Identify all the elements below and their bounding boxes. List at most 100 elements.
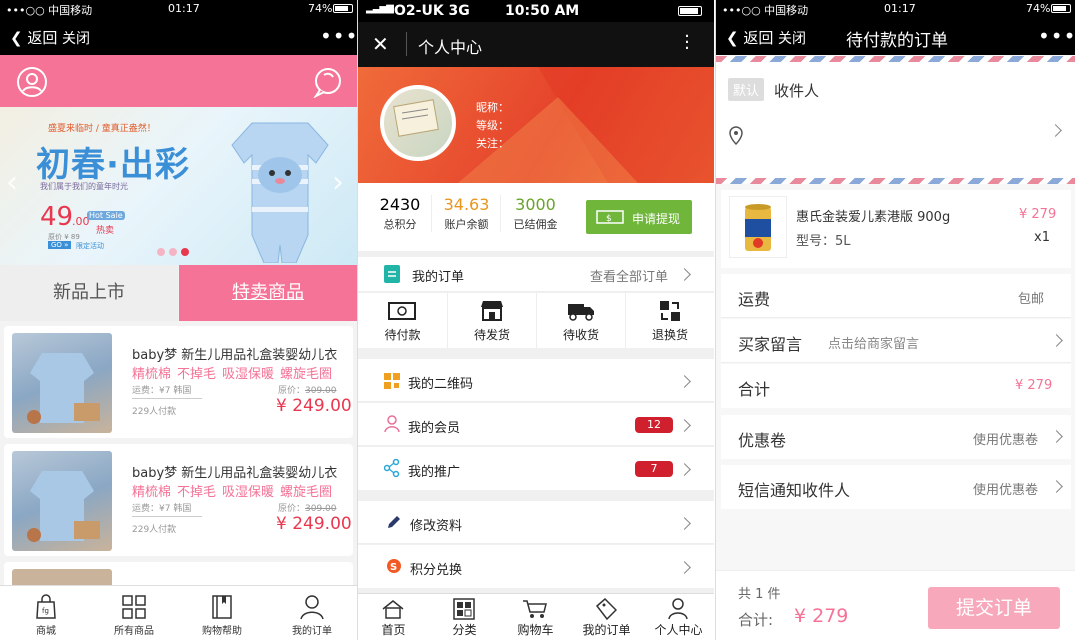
members-badge: 12: [635, 417, 673, 433]
nav-label: 分类: [452, 623, 477, 637]
profile-screen: ▂▃▅▆ O2-UK 3G 10:50 AM ✕ 个人中心 · · · 昵称： 等级…: [357, 0, 714, 640]
order-pending-payment[interactable]: 待付款: [358, 293, 447, 348]
promotion-badge: 7: [635, 461, 673, 477]
status-bar: •••○○ 中国移动 01:17 74%: [716, 0, 1075, 18]
chevron-right-icon: [678, 375, 691, 388]
message-input[interactable]: 点击给商家留言: [828, 333, 919, 352]
battery-icon: [1051, 4, 1071, 13]
close-button[interactable]: 关闭: [62, 28, 90, 48]
product-card[interactable]: baby梦 新生儿用品礼盒装婴幼儿衣 精梳棉 不掉毛 吸湿保暖 螺旋毛圈 运费：¥7 …: [4, 444, 353, 556]
stat-balance[interactable]: 34.63 账户余额: [431, 195, 501, 232]
my-orders-row[interactable]: 我的订单 查看全部订单: [358, 257, 714, 292]
cash-icon: $: [596, 210, 624, 224]
hot-sale-tag: Hot Sale: [87, 211, 125, 220]
slide-dot[interactable]: [169, 248, 177, 256]
svg-text:fg: fg: [42, 607, 49, 615]
exchange-icon: [660, 301, 680, 321]
chat-icon[interactable]: [312, 66, 344, 98]
promo-banner[interactable]: 盛夏来临时 / 童真正盎然！ 初春·出彩 我们属于我们的童年时光 49 .00 …: [0, 107, 357, 265]
nav-label: 商城: [36, 626, 56, 637]
withdraw-button[interactable]: $ 申请提现: [586, 200, 692, 234]
more-vertical-icon[interactable]: · · ·: [684, 28, 690, 58]
order-status-label: 待收货: [562, 328, 599, 342]
chevron-right-icon: [1049, 124, 1062, 137]
chevron-right-icon: [1050, 430, 1063, 443]
tab-special-sale[interactable]: 特卖商品: [179, 265, 357, 321]
prev-slide-icon[interactable]: ‹: [6, 165, 18, 200]
stat-commission[interactable]: 3000 已结佣金: [500, 195, 570, 232]
nav-label: 所有商品: [114, 626, 154, 637]
coupon-value: 使用优惠卷: [973, 433, 1039, 448]
slide-dot-active[interactable]: [181, 248, 189, 256]
nav-category[interactable]: 分类: [429, 594, 500, 640]
menu-edit-profile[interactable]: 修改资料: [358, 501, 714, 544]
page-title: 个人中心: [418, 38, 483, 57]
stat-points[interactable]: 2430 总积分: [365, 195, 435, 232]
chevron-right-icon: [678, 463, 691, 476]
menu-label: 我的推广: [408, 465, 461, 480]
share-icon: [384, 459, 400, 477]
view-all-orders-link[interactable]: 查看全部订单: [590, 266, 668, 285]
footer-total-label: 合计:: [738, 611, 774, 629]
buyer-message-row[interactable]: 买家留言 点击给商家留言: [721, 319, 1071, 363]
svg-text:$: $: [606, 214, 612, 224]
product-card[interactable]: baby梦 新生儿用品礼盒装婴幼儿衣 精梳棉 不掉毛 吸湿保暖 螺旋毛圈 运费：¥7 …: [4, 326, 353, 438]
nav-help[interactable]: 购物帮助: [190, 586, 254, 640]
nav-cart[interactable]: 购物车: [500, 594, 571, 640]
menu-points-exchange[interactable]: S 积分兑换: [358, 545, 714, 588]
submit-order-button[interactable]: 提交订单: [928, 587, 1060, 629]
sms-notify-row[interactable]: 短信通知收件人 使用优惠卷: [721, 465, 1071, 509]
menu-my-promotion[interactable]: 我的推广 7: [358, 447, 714, 490]
user-icon[interactable]: [16, 66, 48, 98]
nav-label: 我的订单: [292, 626, 332, 637]
menu-my-members[interactable]: 我的会员 12: [358, 403, 714, 446]
avatar[interactable]: [380, 85, 456, 161]
total-label: 合计: [738, 380, 771, 399]
stats-row: 2430 总积分 34.63 账户余额 3000 已结佣金 $ 申请提现: [358, 183, 714, 251]
checkout-screen: •••○○ 中国移动 01:17 74% ❮ 返回 关闭 待付款的订单 ••• …: [715, 0, 1075, 640]
nav-all-products[interactable]: 所有商品: [102, 586, 166, 640]
more-button[interactable]: •••: [320, 26, 357, 46]
header-bar: [0, 55, 357, 107]
my-orders-label: 我的订单: [412, 270, 465, 285]
close-button[interactable]: 关闭: [778, 28, 806, 48]
back-button[interactable]: ❮ 返回: [10, 27, 57, 48]
original-price: 原价：309.00: [278, 501, 337, 514]
nav-profile[interactable]: 个人中心: [642, 594, 714, 640]
product-price: ¥ 249.00: [276, 396, 352, 416]
banner-sub: 我们属于我们的童年时光: [40, 182, 128, 191]
bottom-nav: 首页 分类 购物车 我的订单 个人中心: [358, 593, 714, 640]
shop-screen: •••○○ 中国移动 01:17 74% ❮ 返回 关闭 ••• 盛夏来临时 /…: [0, 0, 357, 640]
member-icon: [384, 415, 400, 433]
item-price: ¥ 279: [1019, 207, 1057, 222]
order-returns[interactable]: 退换货: [625, 293, 714, 348]
carrier: •••○○ 中国移动: [6, 4, 93, 17]
order-pending-receipt[interactable]: 待收货: [536, 293, 625, 348]
paid-count: 229人付款: [132, 525, 177, 535]
coupon-row[interactable]: 优惠卷 使用优惠卷: [721, 415, 1071, 459]
product-image: [12, 333, 112, 433]
address-card[interactable]: 默认 收件人: [716, 62, 1075, 178]
people-icon: [668, 598, 688, 620]
shipping-value: 包邮: [1018, 292, 1045, 307]
menu-qr-code[interactable]: 我的二维码: [358, 359, 714, 402]
grid-icon: [122, 595, 146, 619]
order-pending-shipment[interactable]: 待发货: [447, 293, 536, 348]
tag: 精梳棉: [132, 485, 172, 500]
more-button[interactable]: •••: [1038, 26, 1075, 46]
nav-mall[interactable]: fg 商城: [14, 586, 78, 640]
tab-new-arrivals[interactable]: 新品上市: [0, 265, 178, 321]
close-icon[interactable]: ✕: [372, 32, 389, 56]
back-button[interactable]: ❮ 返回: [726, 27, 773, 48]
checkout-footer: 共 1 件 合计: ¥ 279 提交订单: [716, 570, 1075, 640]
next-slide-icon[interactable]: ›: [332, 165, 344, 200]
menu-label: 修改资料: [410, 519, 463, 534]
nav-home[interactable]: 首页: [358, 594, 429, 640]
nav-my-orders[interactable]: 我的订单: [571, 594, 642, 640]
shipping-row: 运费 包邮: [721, 274, 1071, 318]
tag: 精梳棉: [132, 367, 172, 382]
points-icon: S: [387, 559, 401, 573]
order-item[interactable]: 惠氏金装爱儿素港版 900g 型号：5L ¥ 279 x1: [721, 190, 1071, 268]
slide-dot[interactable]: [157, 248, 165, 256]
nav-my-orders[interactable]: 我的订单: [280, 586, 344, 640]
